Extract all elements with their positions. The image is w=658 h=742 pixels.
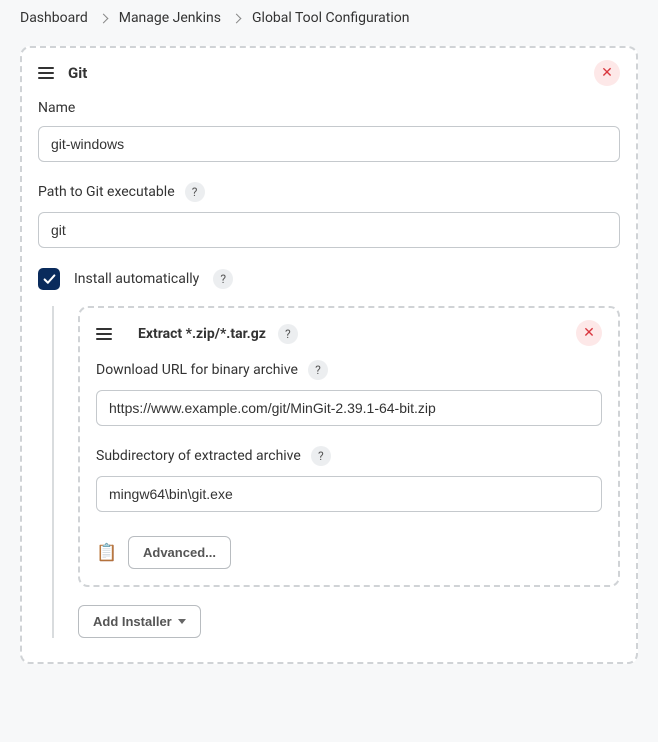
check-icon [43,273,56,286]
help-icon[interactable]: ? [311,446,331,466]
chevron-right-icon [232,13,242,23]
close-button[interactable]: ✕ [594,60,620,86]
breadcrumb-manage-jenkins[interactable]: Manage Jenkins [119,10,221,26]
download-url-input[interactable] [96,390,602,426]
help-icon[interactable]: ? [308,360,328,380]
panel-title-git: Git [68,64,87,82]
caret-down-icon [178,619,186,624]
install-auto-checkbox[interactable] [38,268,60,290]
advanced-button-label: Advanced... [143,545,216,560]
add-installer-label: Add Installer [93,614,172,629]
name-input[interactable] [38,126,620,162]
subdir-label: Subdirectory of extracted archive [96,448,301,464]
advanced-button[interactable]: Advanced... [128,536,231,569]
install-auto-label: Install automatically [74,271,199,287]
extract-installer-panel: Extract *.zip/*.tar.gz ? ✕ Download URL … [78,306,620,587]
path-input[interactable] [38,212,620,248]
notepad-icon [96,543,116,563]
installer-title: Extract *.zip/*.tar.gz [138,326,266,342]
download-url-label: Download URL for binary archive [96,362,298,378]
section-divider [52,306,54,638]
breadcrumb-dashboard[interactable]: Dashboard [20,10,88,26]
add-installer-button[interactable]: Add Installer [78,605,201,638]
chevron-right-icon [98,13,108,23]
help-icon[interactable]: ? [185,182,205,202]
drag-handle-icon[interactable] [96,328,112,340]
breadcrumb-global-tool-config[interactable]: Global Tool Configuration [252,10,409,26]
subdir-input[interactable] [96,476,602,512]
drag-handle-icon[interactable] [38,67,54,79]
help-icon[interactable]: ? [278,324,298,344]
close-button[interactable]: ✕ [576,320,602,346]
help-icon[interactable]: ? [213,269,233,289]
name-label: Name [38,100,75,116]
breadcrumb: Dashboard Manage Jenkins Global Tool Con… [0,0,658,36]
git-tool-panel: Git ✕ Name Path to Git executable ? Inst… [20,46,638,664]
path-label: Path to Git executable [38,184,175,200]
